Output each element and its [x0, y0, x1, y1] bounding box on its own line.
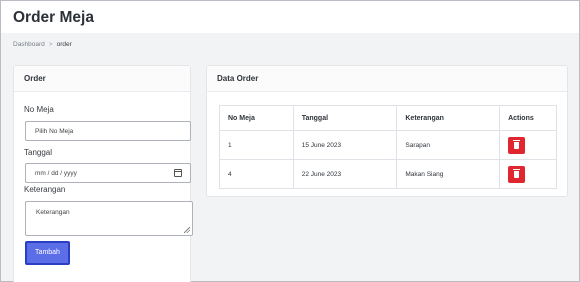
breadcrumb: Dashboard > order [13, 41, 72, 48]
trash-icon [513, 168, 521, 178]
resize-grip-icon[interactable] [184, 227, 190, 233]
data-order-card: Data Order No Meja Tanggal Keterangan Ac… [206, 65, 568, 197]
breadcrumb-current: order [56, 41, 72, 48]
column-header-actions: Actions [499, 105, 557, 131]
table-header-row: No Meja Tanggal Keterangan Actions [219, 105, 557, 131]
tambah-button[interactable]: Tambah [25, 241, 70, 265]
delete-button[interactable] [508, 165, 526, 183]
tanggal-date-value: mm / dd / yyyy [35, 170, 77, 177]
cell-keterangan: Makan Siang [396, 159, 501, 189]
breadcrumb-separator: > [48, 41, 53, 48]
cell-tanggal: 22 June 2023 [292, 159, 398, 189]
page-header: Order Meja [1, 1, 579, 33]
column-header-no-meja: No Meja [219, 105, 294, 131]
table-row: 4 22 June 2023 Makan Siang [219, 159, 557, 189]
tanggal-label: Tanggal [24, 148, 53, 157]
trash-icon [513, 139, 521, 149]
cell-no-meja: 1 [219, 130, 294, 160]
order-table: No Meja Tanggal Keterangan Actions 1 15 … [219, 105, 557, 189]
cell-actions [499, 130, 557, 160]
no-meja-label: No Meja [24, 105, 54, 114]
calendar-icon[interactable] [174, 169, 182, 177]
page-title: Order Meja [13, 9, 94, 26]
cell-keterangan: Sarapan [396, 130, 501, 160]
cell-actions [499, 159, 557, 189]
order-form-header: Order [14, 66, 190, 92]
breadcrumb-home[interactable]: Dashboard [13, 41, 45, 48]
order-form-card: Order No Meja Pilih No Meja Tanggal mm /… [13, 65, 193, 282]
column-header-keterangan: Keterangan [396, 105, 501, 131]
table-row: 1 15 June 2023 Sarapan [219, 130, 557, 160]
keterangan-placeholder: Keterangan [36, 209, 70, 216]
order-form-title: Order [24, 74, 46, 83]
data-order-title: Data Order [217, 74, 259, 83]
column-header-tanggal: Tanggal [292, 105, 398, 131]
no-meja-select[interactable]: Pilih No Meja [25, 121, 191, 141]
data-order-header: Data Order [207, 66, 567, 92]
tanggal-date-input[interactable]: mm / dd / yyyy [25, 163, 191, 183]
keterangan-textarea[interactable]: Keterangan [25, 201, 193, 236]
no-meja-select-value: Pilih No Meja [35, 128, 74, 135]
keterangan-label: Keterangan [24, 185, 66, 194]
cell-no-meja: 4 [219, 159, 294, 189]
cell-tanggal: 15 June 2023 [292, 130, 398, 160]
delete-button[interactable] [508, 136, 526, 154]
